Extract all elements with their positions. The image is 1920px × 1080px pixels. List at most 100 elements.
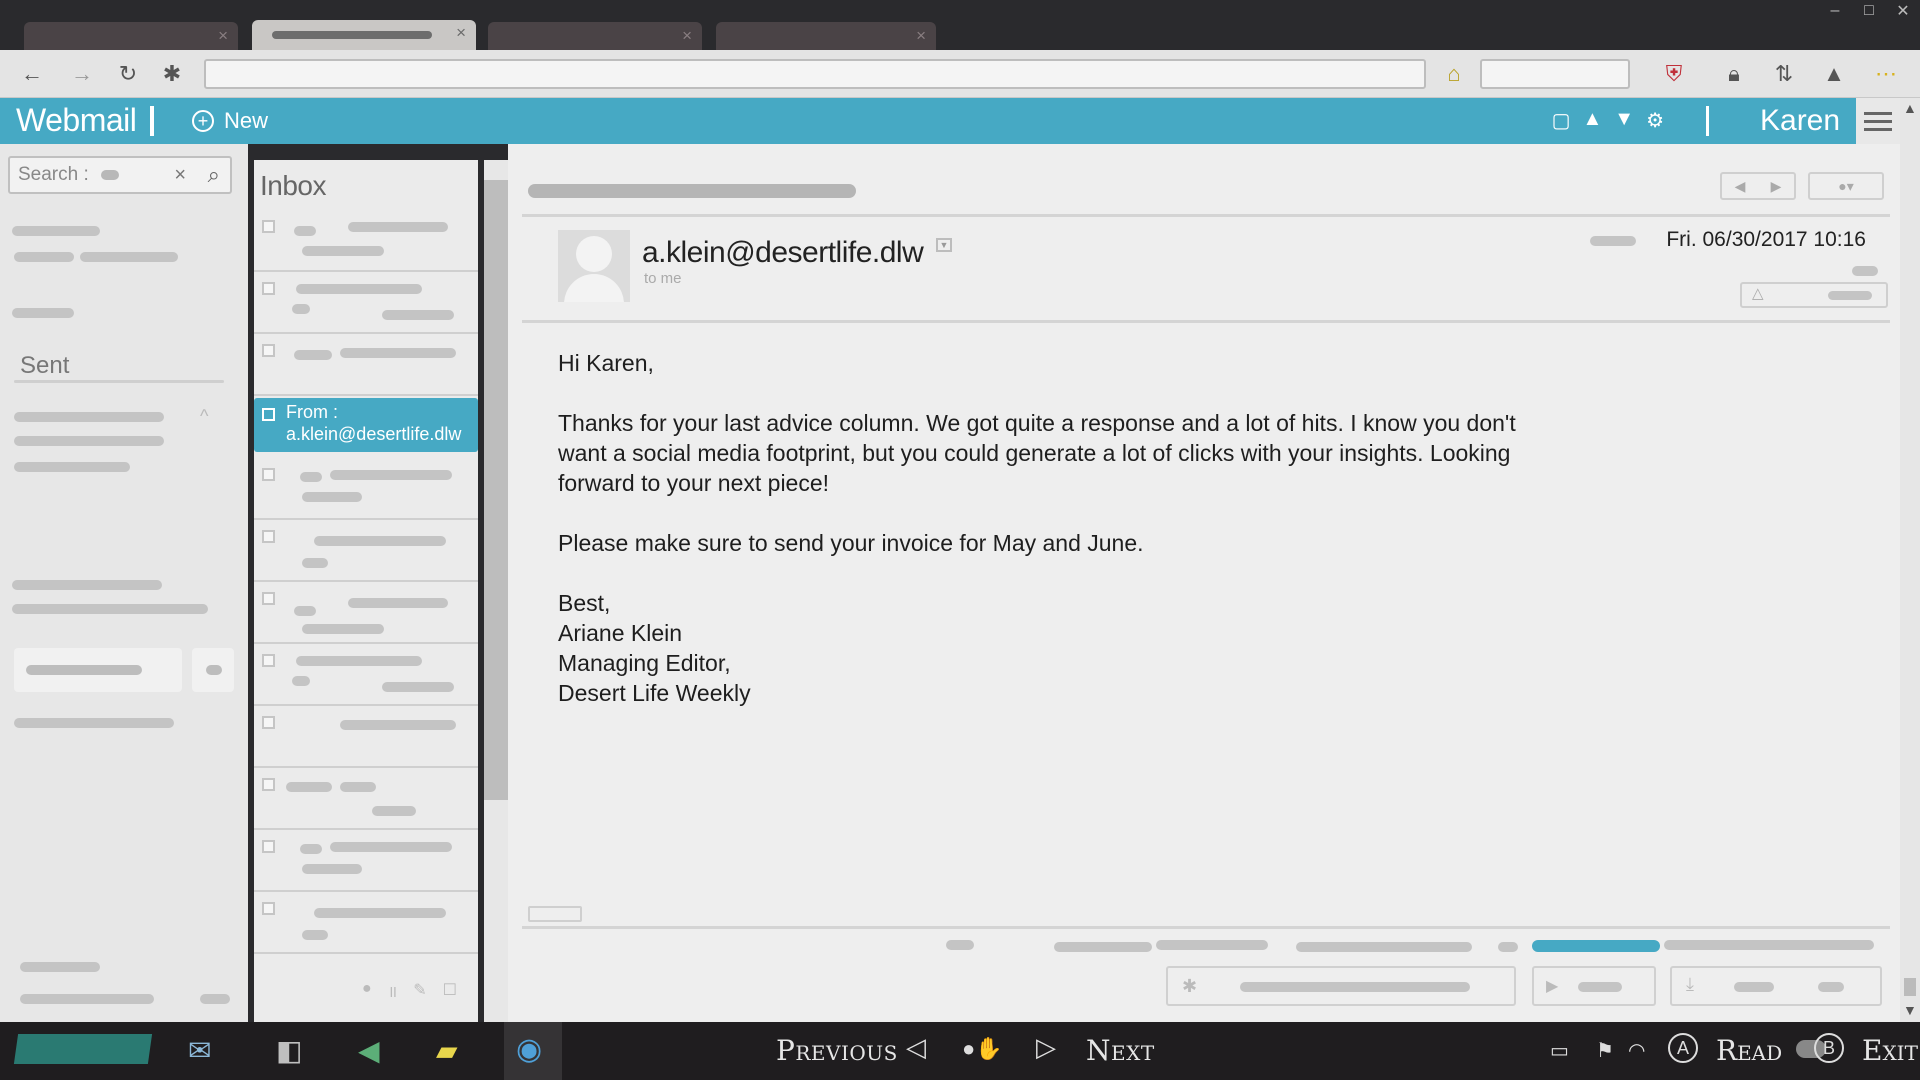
address-bar[interactable] — [204, 59, 1426, 89]
list-item[interactable] — [254, 212, 478, 272]
message-checkbox[interactable] — [262, 592, 275, 605]
list-item[interactable] — [254, 708, 478, 768]
message-checkbox[interactable] — [262, 654, 275, 667]
more-options-icon[interactable]: ⋯ — [1872, 60, 1900, 88]
lock-icon[interactable]: 🔒︎ — [1720, 60, 1748, 88]
exit-label[interactable]: Exit — [1862, 1034, 1918, 1067]
previous-label[interactable]: Previous — [776, 1034, 898, 1067]
message-checkbox[interactable] — [262, 282, 275, 295]
folder-item[interactable] — [14, 462, 130, 472]
previous-message-icon[interactable]: ◀ — [1735, 178, 1746, 195]
message-checkbox[interactable] — [262, 408, 275, 421]
message-checkbox[interactable] — [262, 840, 275, 853]
filter-icon[interactable]: ● — [362, 980, 372, 1002]
page-scrollbar[interactable]: ▲ ▼ — [1900, 98, 1920, 1022]
clear-search-icon[interactable]: × — [174, 164, 186, 187]
notes-app-icon[interactable]: ◀ — [358, 1034, 380, 1067]
message-checkbox[interactable] — [262, 468, 275, 481]
collapse-icon[interactable]: ^ — [200, 406, 208, 427]
bookmark-icon[interactable]: ⌂ — [1440, 60, 1468, 88]
scroll-down-icon[interactable]: ▼ — [1903, 1002, 1917, 1018]
list-item[interactable] — [254, 832, 478, 892]
select-all-icon[interactable]: ☐ — [443, 980, 457, 1002]
maximize-icon[interactable]: □ — [1852, 0, 1886, 22]
list-item[interactable] — [254, 770, 478, 830]
search-icon[interactable]: ⌕ — [208, 162, 220, 188]
folder-item[interactable] — [20, 962, 100, 972]
list-item[interactable] — [254, 460, 478, 520]
next-label[interactable]: Next — [1086, 1034, 1155, 1067]
message-checkbox[interactable] — [262, 220, 275, 233]
minimize-icon[interactable]: – — [1818, 0, 1852, 22]
list-item-selected[interactable]: From : a.klein@desertlife.dlw — [254, 398, 478, 452]
message-checkbox[interactable] — [262, 902, 275, 915]
list-item[interactable] — [254, 274, 478, 334]
edit-icon[interactable]: ✎ — [413, 980, 426, 1002]
settings-icon[interactable]: ⚙ — [1646, 108, 1664, 133]
forward-button[interactable]: ▶ — [1532, 966, 1656, 1006]
message-checkbox[interactable] — [262, 716, 275, 729]
folder-item[interactable] — [14, 718, 174, 728]
close-tab-icon[interactable]: × — [218, 26, 228, 46]
editor-app-icon[interactable]: ▰ — [436, 1034, 458, 1067]
folder-action-box[interactable] — [14, 648, 182, 692]
folder-item[interactable] — [14, 252, 74, 262]
scroll-thumb[interactable] — [484, 180, 508, 800]
folder-item[interactable] — [12, 308, 74, 318]
close-tab-icon[interactable]: × — [456, 23, 466, 43]
browser-tab[interactable]: × — [24, 22, 238, 50]
reload-icon[interactable]: ↻ — [114, 60, 142, 88]
list-item[interactable] — [254, 522, 478, 582]
arrow-up-icon[interactable]: ▲ — [1582, 108, 1602, 133]
scroll-up-icon[interactable]: ▲ — [1903, 100, 1917, 116]
shield-icon[interactable]: ⛨ — [1660, 60, 1688, 88]
attachment-placeholder[interactable] — [528, 906, 582, 922]
close-tab-icon[interactable]: × — [682, 26, 692, 46]
message-checkbox[interactable] — [262, 778, 275, 791]
folder-item[interactable] — [14, 436, 164, 446]
browser-tab-active[interactable]: × — [252, 20, 476, 50]
scroll-thumb[interactable] — [1904, 978, 1916, 996]
message-checkbox[interactable] — [262, 344, 275, 357]
list-item[interactable] — [254, 584, 478, 644]
list-item[interactable] — [254, 336, 478, 396]
forward-icon[interactable]: → — [68, 60, 96, 88]
mail-app-icon[interactable]: ✉ — [188, 1034, 211, 1067]
close-window-icon[interactable]: ✕ — [1886, 0, 1920, 22]
browser-tab[interactable]: × — [488, 22, 702, 50]
next-arrow-icon[interactable]: ▷ — [1036, 1032, 1056, 1063]
folder-item[interactable] — [12, 226, 100, 236]
folder-item[interactable] — [12, 580, 162, 590]
folder-sent[interactable]: Sent — [20, 352, 69, 380]
sync-icon[interactable]: ⇅ — [1770, 60, 1798, 88]
folder-item[interactable] — [200, 994, 230, 1004]
previous-arrow-icon[interactable]: ◁ — [906, 1032, 926, 1063]
new-message-button[interactable]: + New — [192, 108, 268, 134]
list-item[interactable] — [254, 894, 478, 954]
browser-tab[interactable]: × — [716, 22, 936, 50]
folder-item[interactable] — [20, 994, 154, 1004]
download-button[interactable]: ⤓ — [1670, 966, 1882, 1006]
folder-item[interactable] — [80, 252, 178, 262]
user-name[interactable]: Karen — [1760, 104, 1840, 138]
back-icon[interactable]: ← — [18, 60, 46, 88]
flag-button[interactable]: △ — [1740, 282, 1888, 308]
read-label[interactable]: Read — [1716, 1034, 1782, 1067]
folder-item[interactable] — [12, 604, 208, 614]
reply-all-button[interactable]: ✱ — [1166, 966, 1516, 1006]
arrow-down-icon[interactable]: ▼ — [1614, 108, 1634, 133]
sender-dropdown-icon[interactable]: ▼ — [936, 238, 952, 252]
next-message-icon[interactable]: ▶ — [1771, 178, 1782, 195]
message-list-scrollbar[interactable] — [484, 160, 508, 1022]
start-button[interactable] — [13, 1034, 153, 1064]
toolbar-search-field[interactable] — [1480, 59, 1630, 89]
search-input[interactable]: Search : × ⌕ — [8, 156, 232, 194]
list-item[interactable] — [254, 646, 478, 706]
extensions-icon[interactable]: ✱ — [158, 60, 186, 88]
close-tab-icon[interactable]: × — [916, 26, 926, 46]
message-checkbox[interactable] — [262, 530, 275, 543]
pause-icon[interactable]: ॥ — [388, 980, 398, 1002]
dpad-icon[interactable]: ●✋ — [962, 1036, 1003, 1062]
browser-app-active[interactable]: ◉ — [504, 1022, 562, 1080]
wifi-icon[interactable]: ◠ — [1628, 1038, 1645, 1063]
